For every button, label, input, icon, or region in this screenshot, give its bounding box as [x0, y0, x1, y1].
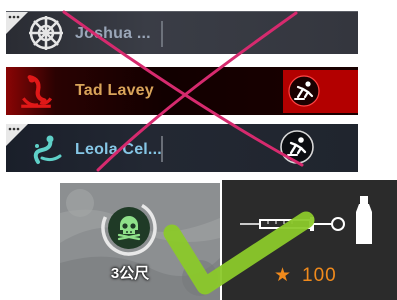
anchor-swirl-icon [21, 75, 53, 108]
divider [161, 21, 163, 47]
player-name: Tad Lavey [75, 82, 154, 99]
serpent-icon [33, 135, 62, 164]
knocked-down-icon [280, 130, 314, 164]
knocked-down-icon [288, 75, 320, 107]
item-art [240, 196, 372, 244]
player-row[interactable]: Leola Cel... [6, 124, 358, 172]
skull-icon [101, 200, 157, 256]
chat-badge-icon [6, 124, 28, 146]
minimap-tile: 3公尺 [60, 183, 220, 300]
player-name: Joshua ... [75, 25, 151, 42]
player-name: Leola Cel... [75, 141, 162, 158]
ship-wheel-icon [29, 16, 63, 50]
distance-label: 3公尺 [110, 265, 150, 282]
price-label: ★ 100 [274, 265, 337, 286]
item-card[interactable]: ★ 100 [222, 180, 397, 300]
bottle-icon [356, 196, 372, 244]
star-icon: ★ [274, 265, 293, 286]
player-row[interactable]: Joshua ... [6, 11, 358, 54]
player-row[interactable]: Tad Lavey [6, 67, 358, 115]
chat-badge-icon [6, 12, 28, 34]
divider [161, 136, 163, 162]
syringe-icon [240, 217, 345, 231]
squad-list: Joshua ... Tad Lavey Leola Cel... [0, 0, 397, 178]
